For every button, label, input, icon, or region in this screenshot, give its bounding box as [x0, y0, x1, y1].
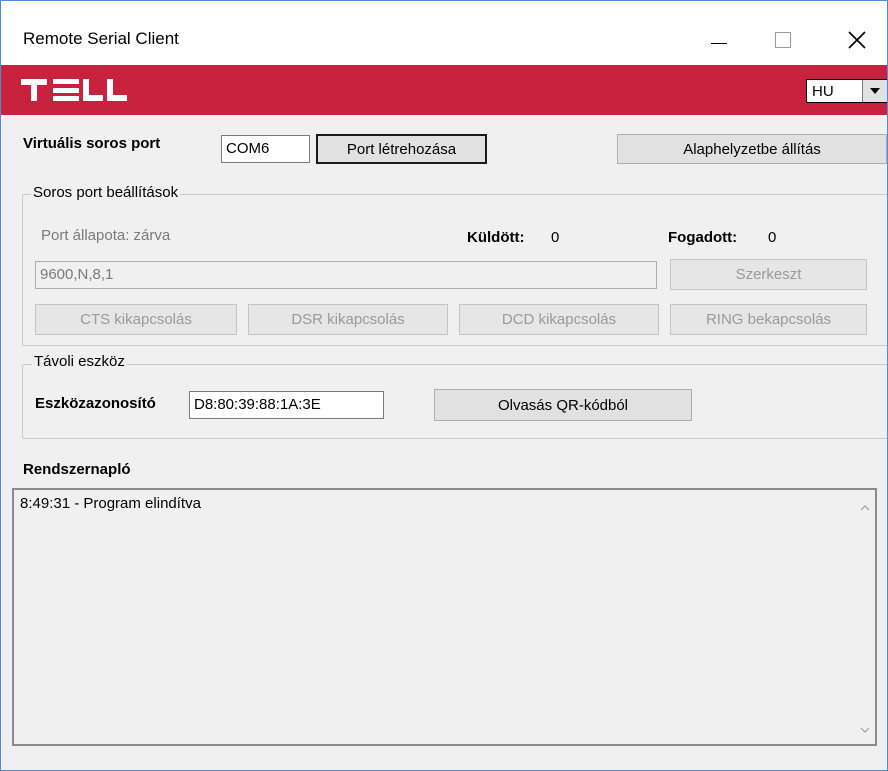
device-id-label: Eszközazonosító [35, 395, 156, 412]
dcd-toggle-button: DCD kikapcsolás [459, 304, 659, 335]
virtual-port-label: Virtuális soros port [23, 135, 161, 152]
dsr-toggle-button: DSR kikapcsolás [248, 304, 448, 335]
read-qr-button[interactable]: Olvasás QR-kódból [434, 389, 692, 421]
system-log-title: Rendszernapló [23, 461, 131, 478]
system-log[interactable]: 8:49:31 - Program elindítva [12, 488, 877, 746]
ring-toggle-button: RING bekapcsolás [670, 304, 867, 335]
sent-count: 0 [551, 229, 560, 246]
create-port-button[interactable]: Port létrehozása [316, 134, 487, 164]
dropdown-arrow-icon[interactable] [862, 80, 887, 102]
received-count: 0 [768, 229, 777, 246]
received-label: Fogadott: [668, 229, 738, 246]
port-status-text: Port állapota: zárva [41, 227, 171, 244]
reset-button[interactable]: Alaphelyzetbe állítás [617, 134, 887, 164]
device-id-field[interactable]: D8:80:39:88:1A:3E [189, 391, 384, 419]
maximize-icon [775, 32, 791, 48]
scroll-up-icon[interactable] [855, 498, 875, 518]
window-title: Remote Serial Client [23, 29, 179, 48]
scroll-down-icon[interactable] [855, 720, 875, 740]
language-select[interactable]: HU [806, 79, 887, 103]
maximize-button[interactable] [753, 15, 813, 65]
cts-toggle-button: CTS kikapcsolás [35, 304, 237, 335]
serial-settings-legend: Soros port beállítások [31, 184, 181, 201]
log-scrollbar[interactable] [855, 490, 875, 744]
tell-logo [21, 79, 127, 101]
remote-device-legend: Távoli eszköz [32, 353, 127, 370]
close-button[interactable] [827, 15, 887, 65]
title-bar: Remote Serial Client [1, 1, 887, 65]
minimize-icon [711, 42, 727, 44]
minimize-button[interactable] [689, 15, 749, 65]
language-value: HU [812, 83, 834, 100]
app-window: Remote Serial Client HU Virtuális soros … [0, 0, 888, 771]
com-port-field[interactable]: COM6 [221, 135, 310, 163]
close-icon [848, 31, 866, 49]
brand-banner: HU [1, 65, 887, 115]
log-entry: 8:49:31 - Program elindítva [20, 495, 201, 512]
sent-label: Küldött: [467, 229, 525, 246]
edit-button: Szerkeszt [670, 259, 867, 290]
serial-config-field: 9600,N,8,1 [35, 261, 657, 289]
